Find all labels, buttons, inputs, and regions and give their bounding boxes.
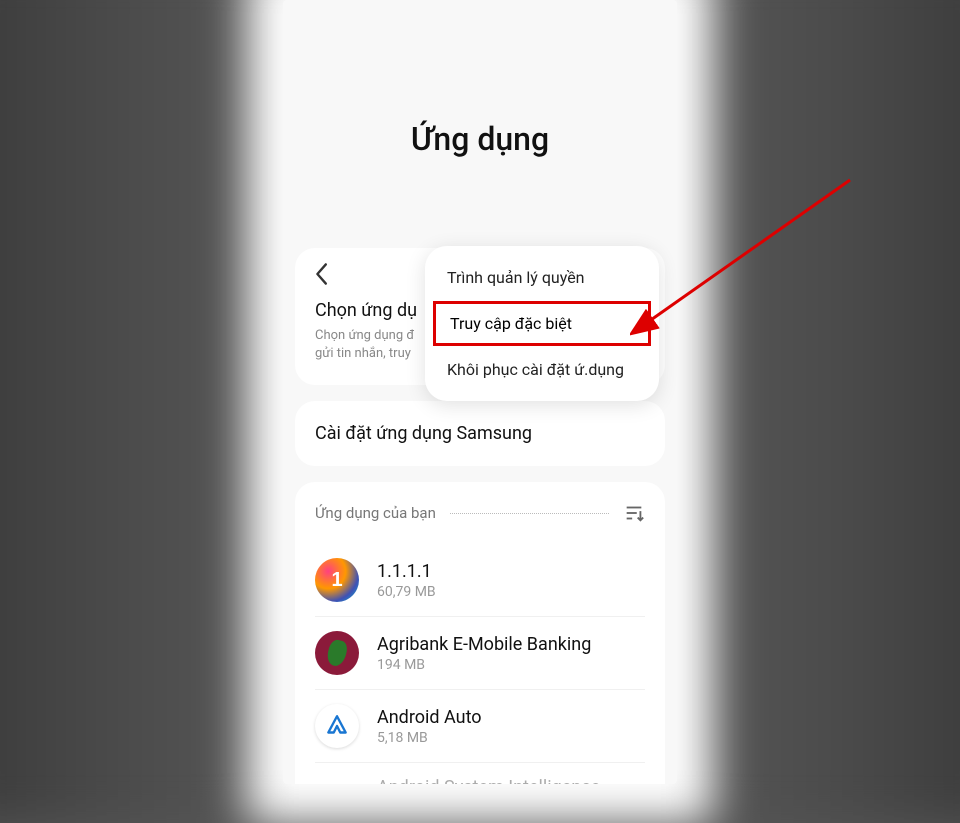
- samsung-settings-section[interactable]: Cài đặt ứng dụng Samsung: [295, 401, 665, 466]
- menu-item-reset-app-settings[interactable]: Khôi phục cài đặt ứ.dụng: [425, 346, 659, 393]
- samsung-settings-title: Cài đặt ứng dụng Samsung: [315, 423, 645, 444]
- apps-list-section: Ứng dụng của bạn 1 1.1.1.1 60,79 MB Agri…: [295, 482, 665, 784]
- overflow-menu: Trình quản lý quyền Truy cập đặc biệt Kh…: [425, 246, 659, 401]
- app-name: Android Auto: [377, 707, 645, 728]
- app-icon-agribank: [315, 631, 359, 675]
- page-title: Ứng dụng: [283, 0, 677, 248]
- menu-item-label: Truy cập đặc biệt: [450, 314, 572, 333]
- app-list-item[interactable]: Android Auto 5,18 MB: [315, 690, 645, 763]
- app-info: Android Auto 5,18 MB: [377, 707, 645, 746]
- app-info: Agribank E-Mobile Banking 194 MB: [377, 634, 645, 673]
- menu-item-permission-manager[interactable]: Trình quản lý quyền: [425, 254, 659, 301]
- menu-item-special-access-highlighted[interactable]: Truy cập đặc biệt: [433, 301, 651, 346]
- app-info: 1.1.1.1 60,79 MB: [377, 561, 645, 600]
- app-icon-1111: 1: [315, 558, 359, 602]
- app-list-item-partial[interactable]: Android System Intelligence: [315, 763, 645, 784]
- app-name: 1.1.1.1: [377, 561, 645, 582]
- menu-item-label: Khôi phục cài đặt ứ.dụng: [447, 360, 624, 379]
- app-size: 5,18 MB: [377, 730, 645, 746]
- app-icon-androidauto: [315, 704, 359, 748]
- apps-list-header: Ứng dụng của bạn: [315, 502, 645, 524]
- app-name: Agribank E-Mobile Banking: [377, 634, 645, 655]
- app-size: 194 MB: [377, 657, 645, 673]
- app-list-item[interactable]: Agribank E-Mobile Banking 194 MB: [315, 617, 645, 690]
- back-button[interactable]: [307, 260, 335, 288]
- app-size: 60,79 MB: [377, 584, 645, 600]
- menu-item-label: Trình quản lý quyền: [447, 268, 585, 287]
- chevron-left-icon: [313, 262, 329, 286]
- phone-screen: Ứng dụng Chọn ứng dụ Chọn ứng dụng đ gửi…: [283, 0, 677, 784]
- app-list-item[interactable]: 1 1.1.1.1 60,79 MB: [315, 544, 645, 617]
- sort-icon[interactable]: [623, 502, 645, 524]
- divider: [450, 513, 609, 514]
- apps-header-label: Ứng dụng của bạn: [315, 504, 436, 522]
- app-name: Android System Intelligence: [377, 777, 645, 784]
